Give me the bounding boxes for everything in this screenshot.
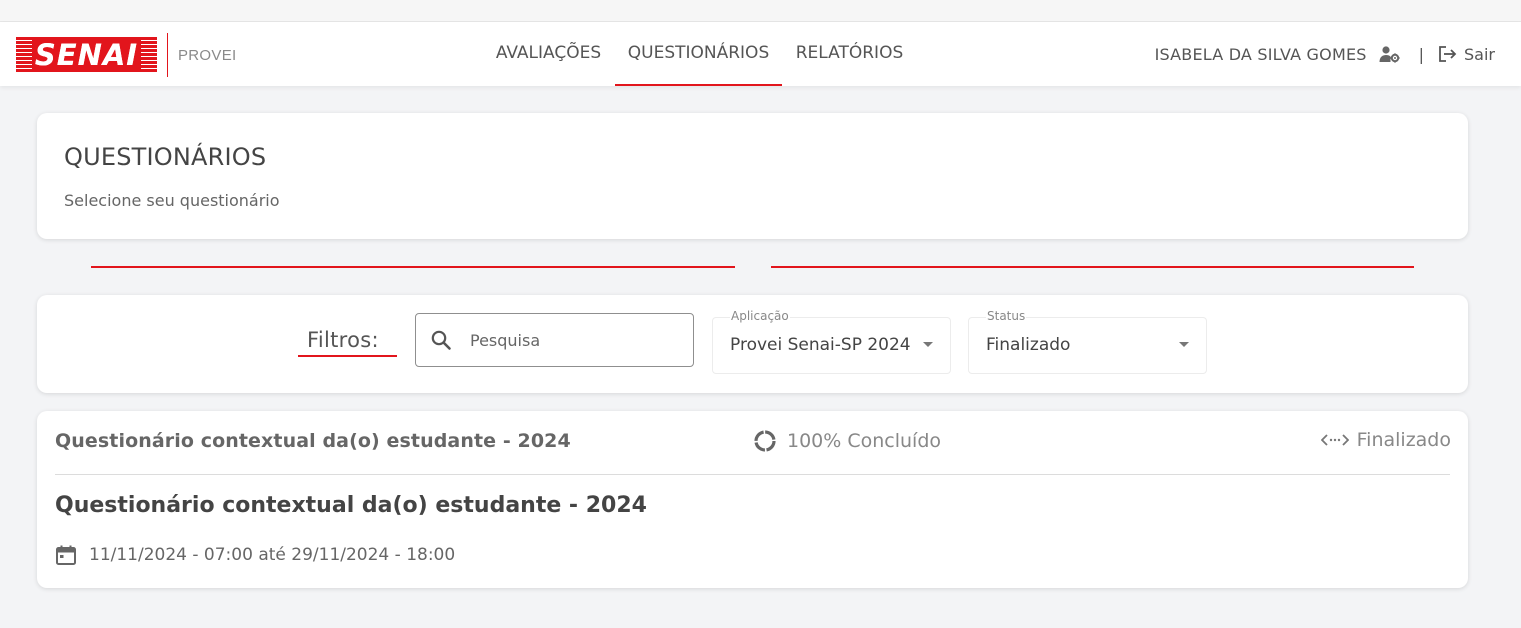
aplicacao-select-label: Aplicação — [730, 309, 790, 323]
chevron-down-icon — [923, 342, 933, 347]
questionnaire-header-title: Questionário contextual da(o) estudante … — [55, 430, 571, 452]
questionnaire-date: 11/11/2024 - 07:00 até 29/11/2024 - 18:0… — [55, 544, 455, 566]
aplicacao-select-value: Provei Senai-SP 2024 — [730, 335, 911, 355]
status-select-label: Status — [986, 309, 1027, 323]
page-header-card: QUESTIONÁRIOS Selecione seu questionário — [37, 113, 1468, 239]
browser-top-strip — [0, 0, 1521, 22]
search-input[interactable] — [470, 330, 660, 350]
date-range-text: 11/11/2024 - 07:00 até 29/11/2024 - 18:0… — [89, 545, 456, 565]
decorative-red-line-left — [91, 266, 735, 268]
filters-label-underline — [298, 355, 397, 357]
search-box[interactable] — [415, 313, 694, 367]
nav-relatorios[interactable]: RELATÓRIOS — [782, 22, 917, 86]
aplicacao-select[interactable]: Aplicação Provei Senai-SP 2024 — [712, 309, 951, 374]
progress-text: 100% Concluído — [787, 430, 942, 452]
nav-avaliacoes[interactable]: AVALIAÇÕES — [482, 22, 615, 86]
senai-logo: SENAI — [16, 37, 157, 73]
logo[interactable]: SENAI PROVEI — [16, 33, 237, 77]
questionnaire-divider — [55, 474, 1450, 475]
filters-label: Filtros: — [307, 328, 379, 352]
page-title: QUESTIONÁRIOS — [64, 143, 267, 171]
questionnaire-progress: 100% Concluído — [753, 429, 941, 453]
logout-icon — [1439, 46, 1457, 62]
product-name: PROVEI — [178, 46, 237, 64]
logo-divider — [167, 33, 168, 77]
user-settings-icon[interactable] — [1379, 45, 1401, 63]
status-select-value: Finalizado — [986, 335, 1071, 355]
filters-card: Filtros: Aplicação Provei Senai-SP 2024 … — [37, 295, 1468, 393]
code-arrows-icon — [1320, 434, 1349, 446]
user-name[interactable]: ISABELA DA SILVA GOMES — [1155, 45, 1367, 64]
progress-circle-icon — [754, 430, 776, 452]
questionnaire-status: Finalizado — [1320, 429, 1451, 451]
user-separator: | — [1418, 44, 1425, 64]
status-select[interactable]: Status Finalizado — [968, 309, 1207, 374]
calendar-icon — [56, 545, 76, 565]
page-subtitle: Selecione seu questionário — [64, 191, 280, 210]
status-text: Finalizado — [1356, 429, 1451, 451]
search-icon — [430, 329, 452, 351]
questionnaire-card[interactable]: Questionário contextual da(o) estudante … — [37, 411, 1468, 588]
top-header: SENAI PROVEI AVALIAÇÕES QUESTIONÁRIOS RE… — [0, 22, 1521, 86]
user-area: ISABELA DA SILVA GOMES | Sair — [1155, 22, 1495, 86]
chevron-down-icon — [1179, 342, 1189, 347]
decorative-red-line-right — [771, 266, 1414, 268]
logout-label: Sair — [1464, 44, 1495, 64]
logout-button[interactable]: Sair — [1438, 45, 1495, 64]
senai-logo-text: SENAI — [31, 40, 142, 70]
nav-questionarios[interactable]: QUESTIONÁRIOS — [615, 22, 782, 86]
questionnaire-title[interactable]: Questionário contextual da(o) estudante … — [55, 493, 647, 518]
